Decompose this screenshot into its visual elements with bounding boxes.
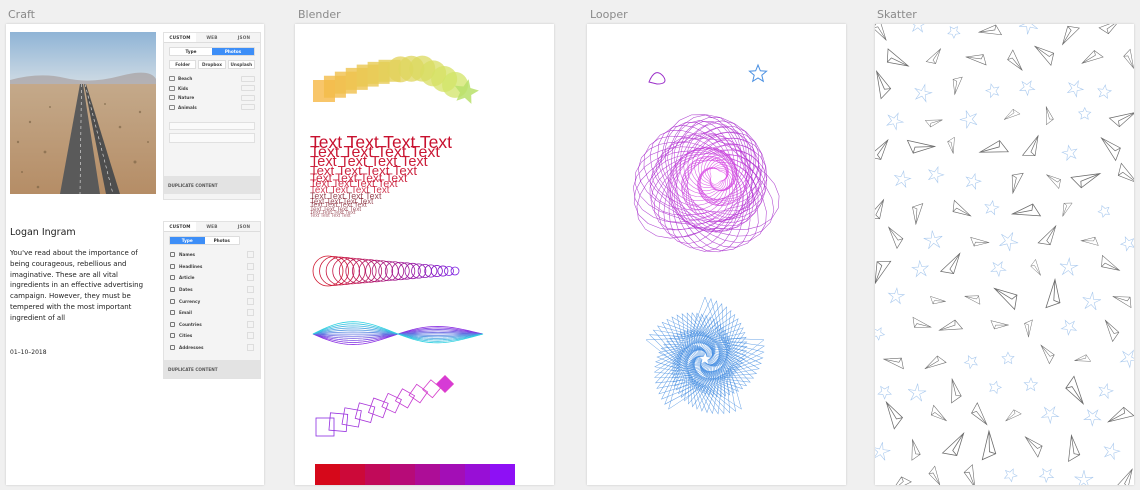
- type-icon: [170, 310, 175, 316]
- image-icon: [169, 76, 175, 82]
- checkbox[interactable]: [247, 262, 254, 270]
- article-date: 01–10–2018: [10, 348, 47, 356]
- author-name: Logan Ingram: [10, 227, 76, 238]
- blend-shapes-top: [313, 55, 479, 104]
- craft-data-panel-type: CUSTOM WEB JSON Type Photos Names Headlin…: [163, 221, 261, 379]
- checkbox[interactable]: [247, 344, 254, 352]
- image-icon: [169, 85, 175, 91]
- checkbox[interactable]: [247, 251, 254, 259]
- folder-button[interactable]: Folder: [169, 60, 197, 69]
- type-item-article[interactable]: Article: [170, 272, 254, 284]
- blend-shapes-lower: [312, 255, 515, 485]
- artboard-label-craft[interactable]: Craft: [8, 8, 35, 21]
- type-item-dates[interactable]: Dates: [170, 284, 254, 296]
- segment-photos[interactable]: Photos: [205, 237, 240, 244]
- type-item-currency[interactable]: Currency: [170, 295, 254, 307]
- segment-type[interactable]: Type: [170, 48, 212, 55]
- type-item-countries[interactable]: Countries: [170, 319, 254, 331]
- category-animals[interactable]: Animals: [169, 103, 255, 113]
- type-icon: [170, 321, 175, 327]
- category-nature[interactable]: Nature: [169, 93, 255, 103]
- type-item-headlines[interactable]: Headlines: [170, 261, 254, 273]
- tab-web[interactable]: WEB: [196, 33, 228, 42]
- type-icon: [170, 345, 175, 351]
- artboard-label-blender[interactable]: Blender: [298, 8, 341, 21]
- type-icon: [170, 263, 175, 269]
- unsplash-button[interactable]: Unsplash: [227, 60, 255, 69]
- duplicate-content-button[interactable]: DUPLICATE CONTENT: [164, 360, 260, 378]
- checkbox[interactable]: [247, 297, 254, 305]
- article-body: You've read about the importance of bein…: [10, 249, 144, 322]
- type-list: Names Headlines Article Dates Currency Email C…: [164, 249, 260, 353]
- artboard-label-looper[interactable]: Looper: [590, 8, 628, 21]
- checkbox[interactable]: [247, 274, 254, 282]
- type-icon: [170, 333, 175, 339]
- tab-json[interactable]: JSON: [228, 33, 260, 42]
- tab-custom[interactable]: CUSTOM: [164, 222, 196, 231]
- looper-artboard[interactable]: [587, 24, 846, 485]
- skatter-artboard[interactable]: [875, 24, 1134, 485]
- checkbox[interactable]: [247, 309, 254, 317]
- image-icon: [169, 104, 175, 110]
- looper-canvas: [632, 63, 780, 415]
- tab-json[interactable]: JSON: [228, 222, 260, 231]
- blended-text-line: Text Text Text Text: [310, 213, 351, 220]
- type-icon: [170, 252, 175, 258]
- checkbox[interactable]: [247, 286, 254, 294]
- type-item-cities[interactable]: Cities: [170, 330, 254, 342]
- checkbox[interactable]: [247, 320, 254, 328]
- type-icon: [170, 287, 175, 293]
- segment-type[interactable]: Type: [170, 237, 205, 244]
- artboard-label-skatter[interactable]: Skatter: [877, 8, 917, 21]
- skatter-pattern: [875, 24, 1134, 485]
- category-beach[interactable]: Beach: [169, 74, 255, 84]
- dropbox-button[interactable]: Dropbox: [198, 60, 226, 69]
- duplicate-content-button[interactable]: DUPLICATE CONTENT: [164, 176, 260, 194]
- type-photos-toggle: Type Photos: [169, 47, 255, 56]
- blender-artboard[interactable]: Text Text Text Text Text Text Text Text Te…: [295, 24, 554, 485]
- category-kids[interactable]: Kids: [169, 84, 255, 94]
- checkbox[interactable]: [247, 332, 254, 340]
- article-block: Logan Ingram You've read about the impor…: [10, 227, 150, 356]
- type-item-email[interactable]: Email: [170, 307, 254, 319]
- tab-custom[interactable]: CUSTOM: [164, 33, 196, 42]
- craft-artboard[interactable]: CUSTOM WEB JSON Type Photos Folder Dropb…: [6, 24, 264, 485]
- desert-road-photo: [10, 32, 156, 194]
- type-icon: [170, 275, 175, 281]
- tab-web[interactable]: WEB: [196, 222, 228, 231]
- image-icon: [169, 95, 175, 101]
- type-item-addresses[interactable]: Addresses: [170, 342, 254, 354]
- type-icon: [170, 298, 175, 304]
- segment-photos[interactable]: Photos: [212, 48, 254, 55]
- craft-data-panel-photos: CUSTOM WEB JSON Type Photos Folder Dropb…: [163, 32, 261, 200]
- type-item-names[interactable]: Names: [170, 249, 254, 261]
